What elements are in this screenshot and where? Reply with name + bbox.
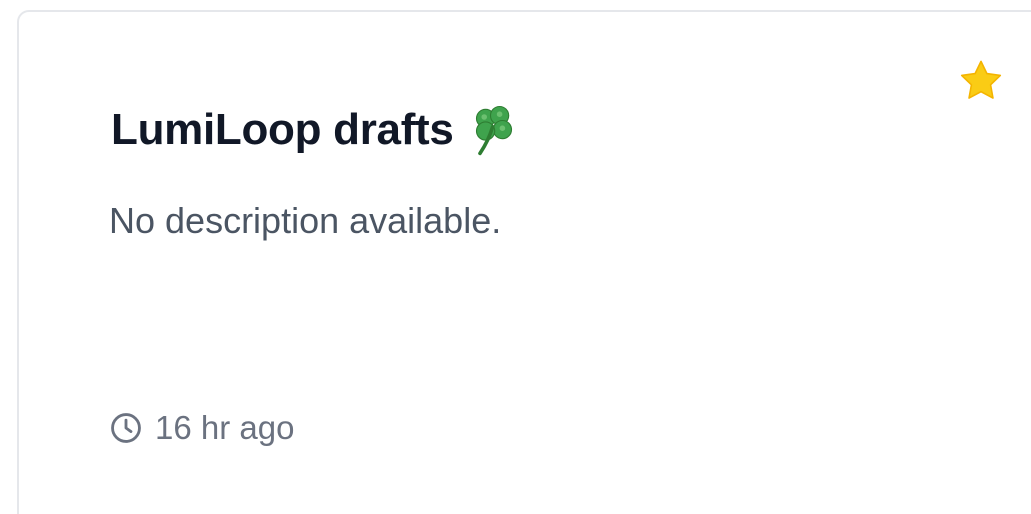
card-updated: 16 hr ago <box>109 406 294 450</box>
project-card[interactable]: LumiLoop drafts No description available… <box>17 10 1031 514</box>
star-icon[interactable] <box>957 57 1005 105</box>
page: LumiLoop drafts No description available… <box>0 0 1031 514</box>
card-title[interactable]: LumiLoop drafts <box>111 100 454 160</box>
shamrock-icon <box>475 105 512 156</box>
card-title-row: LumiLoop drafts <box>111 100 522 160</box>
card-description: No description available. <box>109 200 502 241</box>
clock-icon <box>111 413 141 443</box>
updated-time: 16 hr ago <box>155 409 295 446</box>
